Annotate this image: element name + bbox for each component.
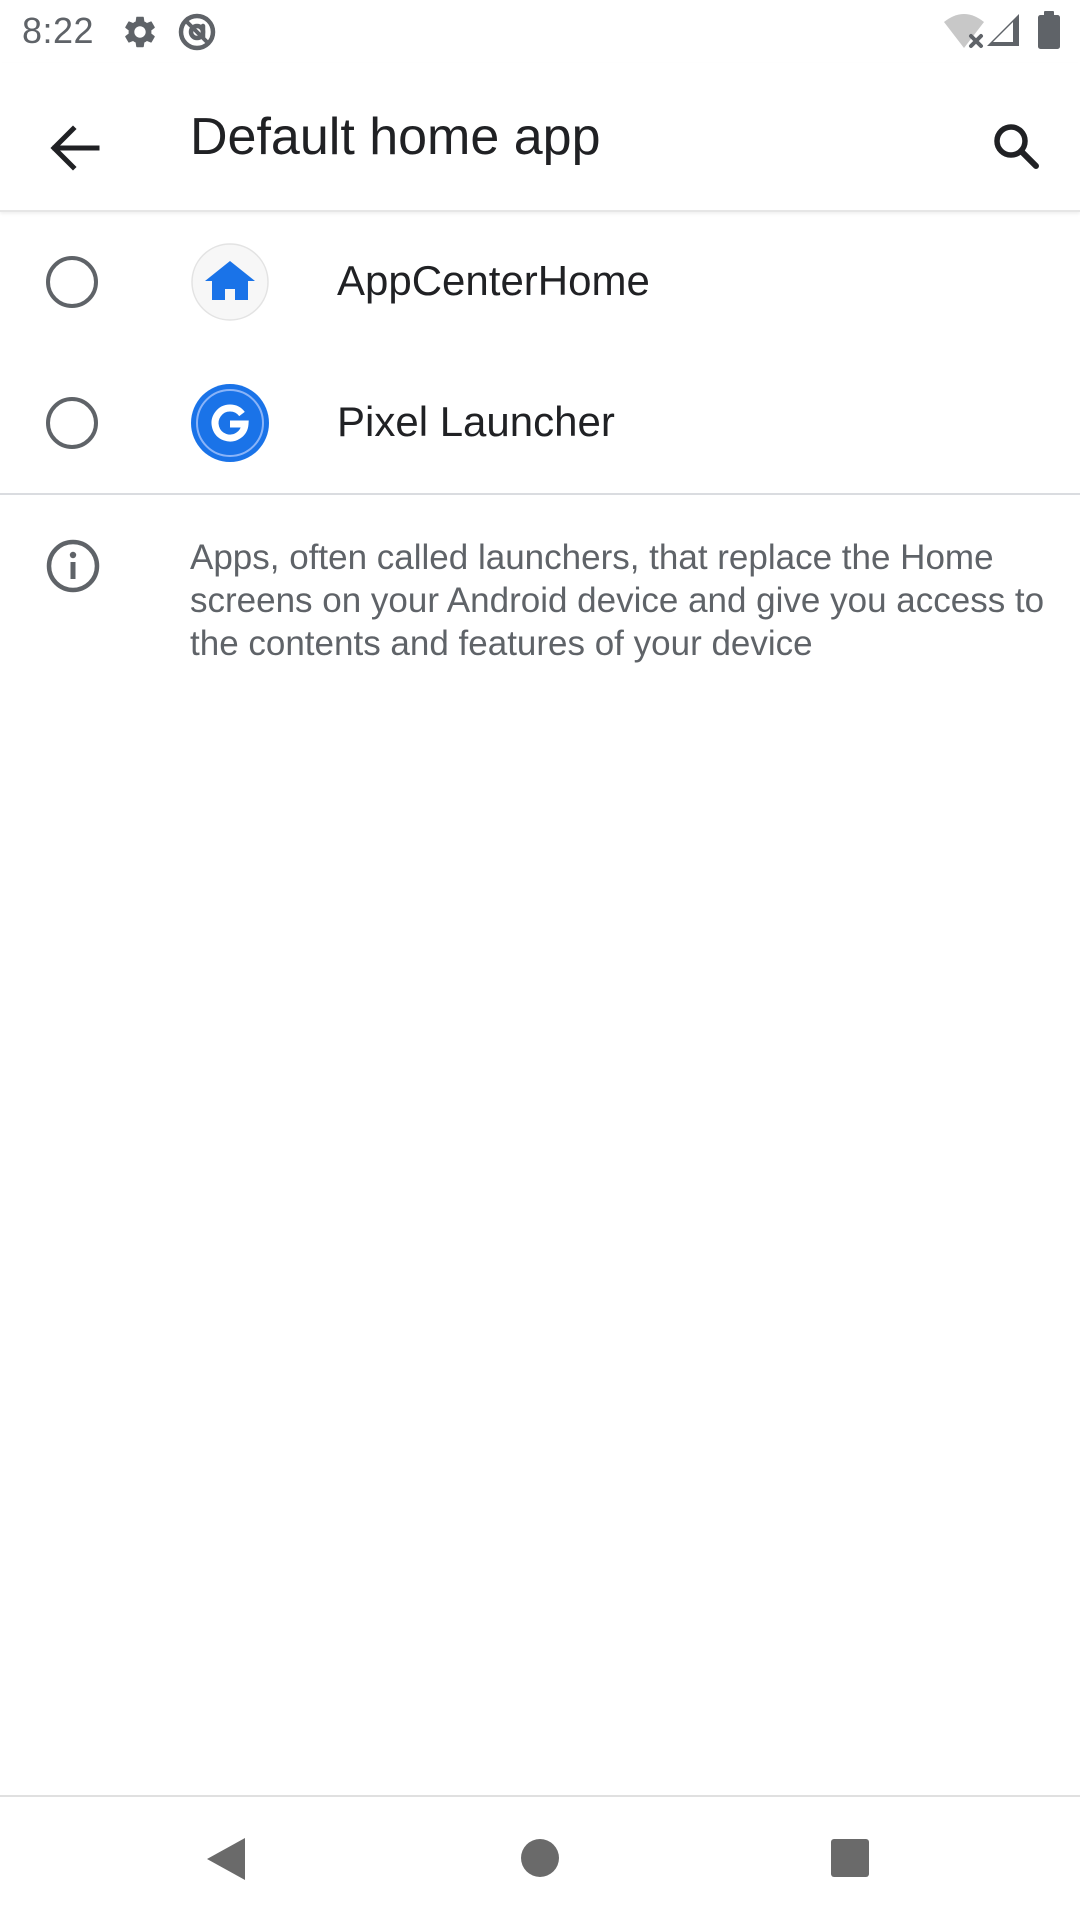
search-icon [994,124,1039,169]
list-item-label: Pixel Launcher [337,398,615,445]
wifi-off-icon [944,14,984,48]
battery-icon [1038,11,1060,49]
divider [0,493,1080,495]
screen: 8:22 Default home app AppCenterHome Pixe… [0,0,1080,1920]
page-title: Default home app [190,108,601,166]
list-item-pixel-launcher[interactable]: Pixel Launcher [0,353,1080,494]
status-bar: 8:22 [0,0,1080,63]
google-g-icon [191,384,269,462]
info-icon [46,539,100,593]
app-bar: Default home app [0,63,1080,212]
radio-button-pixel-launcher[interactable] [46,397,98,449]
search-button[interactable] [971,101,1061,191]
list-item-label: AppCenterHome [337,257,650,304]
back-triangle-icon[interactable] [205,1836,247,1882]
house-icon [191,243,269,321]
back-button[interactable] [29,103,119,193]
status-time: 8:22 [22,10,95,51]
settings-gear-icon [125,16,155,48]
at-sign-icon [178,13,216,51]
cell-signal-icon [987,14,1019,46]
home-circle-icon[interactable] [520,1838,560,1878]
list-item-appcenterhome[interactable]: AppCenterHome [0,212,1080,353]
footer-description: Apps, often called launchers, that repla… [190,538,1045,663]
radio-button-appcenterhome[interactable] [46,256,98,308]
recents-square-icon[interactable] [830,1838,870,1878]
nav-bar [0,1795,1080,1920]
arrow-back-icon [50,125,100,171]
